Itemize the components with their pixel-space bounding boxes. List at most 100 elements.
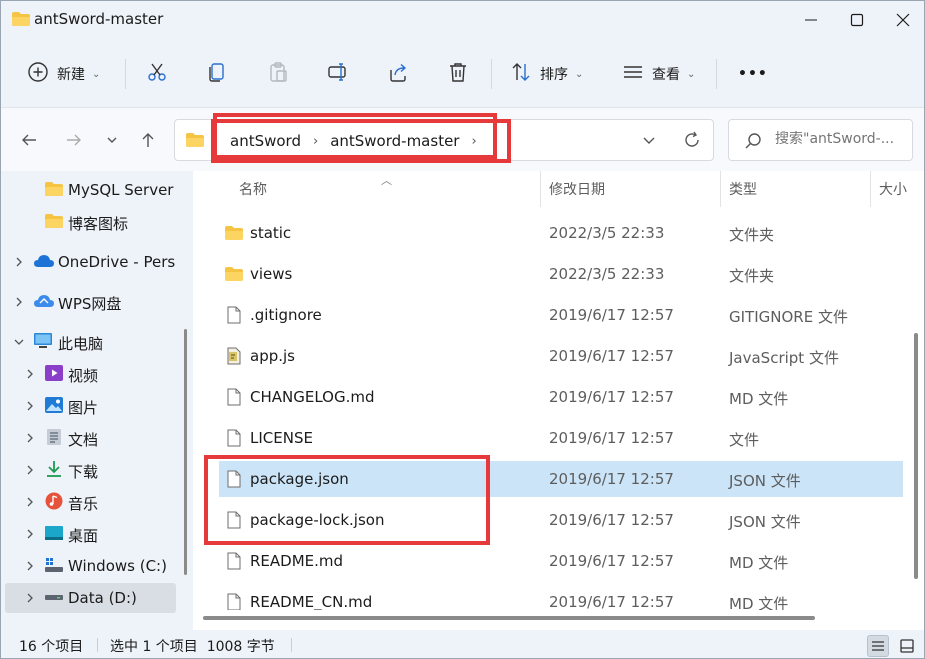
file-row[interactable]: app.js 2019/6/17 12:57 JavaScript 文件	[219, 338, 903, 374]
status-divider	[291, 638, 292, 652]
sidebar-scrollbar[interactable]	[184, 329, 187, 575]
close-button[interactable]	[880, 1, 924, 39]
file-list: ︿ 名称 修改日期 类型 大小 static 2022/3/5 22:33 文件夹 v…	[197, 171, 924, 630]
music-icon	[45, 492, 63, 510]
toolbar-divider	[491, 59, 492, 89]
chevron-right-icon[interactable]	[24, 368, 36, 380]
chevron-right-icon[interactable]	[24, 528, 36, 540]
sidebar-item-label: 音乐	[68, 495, 99, 513]
sidebar-item-label: 文档	[68, 431, 99, 449]
new-button[interactable]: 新建 ⌄	[27, 57, 100, 91]
tiles-view-button[interactable]	[896, 635, 918, 657]
chevron-down-icon	[107, 137, 117, 143]
up-button[interactable]	[136, 128, 160, 152]
search-box[interactable]	[728, 119, 913, 161]
rename-button[interactable]	[327, 57, 349, 91]
sidebar-item-pictures[interactable]: 图片	[5, 391, 176, 421]
toolbar-divider	[716, 59, 717, 89]
toolbar-divider	[125, 59, 126, 89]
file-name: README.md	[250, 552, 344, 570]
chevron-right-icon[interactable]	[24, 592, 36, 604]
sidebar-item-desktop[interactable]: 桌面	[5, 519, 176, 549]
file-type: MD 文件	[729, 390, 789, 408]
view-button[interactable]: 查看 ⌄	[622, 57, 695, 91]
more-options-button[interactable]: •••	[738, 57, 768, 91]
recent-locations-button[interactable]	[100, 128, 124, 152]
sidebar-item-documents[interactable]: 文档	[5, 423, 176, 453]
file-row[interactable]: views 2022/3/5 22:33 文件夹	[219, 256, 903, 292]
file-row[interactable]: .gitignore 2019/6/17 12:57 GITIGNORE 文件	[219, 297, 903, 333]
sidebar-item-label: Data (D:)	[68, 589, 137, 607]
file-modified-date: 2019/6/17 12:57	[549, 593, 674, 610]
file-type: 文件夹	[729, 226, 775, 244]
scissors-icon	[146, 61, 168, 87]
file-row[interactable]: LICENSE 2019/6/17 12:57 文件	[219, 420, 903, 456]
copy-button[interactable]	[206, 57, 228, 91]
content-area: MySQL Server 博客图标 OneDrive - Personal WP…	[1, 171, 924, 630]
chevron-right-icon[interactable]	[24, 400, 36, 412]
item-count: 16 个项目	[19, 639, 84, 655]
chevron-down-icon[interactable]	[641, 132, 657, 148]
chevron-right-icon[interactable]	[13, 296, 25, 308]
chevron-right-icon[interactable]	[24, 496, 36, 508]
chevron-right-icon[interactable]	[13, 256, 25, 268]
downloads-icon	[47, 461, 61, 477]
horizontal-scrollbar[interactable]	[203, 616, 815, 620]
back-button[interactable]	[17, 128, 41, 152]
videos-icon	[45, 365, 63, 381]
share-button[interactable]	[387, 57, 409, 91]
file-icon	[225, 306, 243, 324]
sidebar-item-downloads[interactable]: 下载	[5, 455, 176, 485]
sidebar-item-videos[interactable]: 视频	[5, 359, 176, 389]
search-input[interactable]	[775, 131, 910, 147]
file-name: static	[250, 224, 292, 242]
documents-icon	[47, 429, 61, 445]
file-modified-date: 2019/6/17 12:57	[549, 429, 674, 447]
sort-button[interactable]: 排序 ⌄	[510, 57, 583, 91]
refresh-icon[interactable]	[682, 130, 702, 150]
sidebar-item-music[interactable]: 音乐	[5, 487, 176, 517]
cut-button[interactable]	[146, 57, 168, 91]
sidebar-item-label: WPS网盘	[58, 295, 122, 313]
trash-icon	[447, 61, 469, 87]
sidebar-item-this-pc[interactable]: 此电脑	[5, 327, 176, 357]
arrow-up-icon	[142, 133, 154, 147]
file-type: JSON 文件	[729, 472, 801, 490]
file-modified-date: 2022/3/5 22:33	[549, 224, 665, 242]
sidebar-item-wps-cloud[interactable]: WPS网盘	[5, 287, 176, 317]
delete-button[interactable]	[447, 57, 469, 91]
sidebar-item-label: Windows (C:)	[68, 557, 167, 575]
file-type: 文件夹	[729, 267, 775, 285]
file-type: JavaScript 文件	[729, 349, 839, 367]
minimize-button[interactable]	[788, 1, 834, 39]
view-lines-icon	[622, 61, 644, 87]
rename-icon	[327, 61, 349, 87]
chevron-right-icon[interactable]	[24, 560, 36, 572]
file-modified-date: 2019/6/17 12:57	[549, 511, 674, 529]
wps-cloud-icon	[34, 295, 54, 307]
sidebar-item-label: 此电脑	[58, 335, 104, 353]
file-type: 文件	[729, 431, 760, 449]
file-row[interactable]: README_CN.md 2019/6/17 12:57 MD 文件	[219, 584, 903, 610]
chevron-right-icon[interactable]	[24, 464, 36, 476]
file-row[interactable]: static 2022/3/5 22:33 文件夹	[219, 215, 903, 251]
chevron-right-icon[interactable]	[24, 432, 36, 444]
file-modified-date: 2022/3/5 22:33	[549, 265, 665, 283]
chevron-down-icon[interactable]	[13, 336, 25, 348]
forward-button[interactable]	[62, 128, 86, 152]
file-row[interactable]: CHANGELOG.md 2019/6/17 12:57 MD 文件	[219, 379, 903, 415]
file-row[interactable]: README.md 2019/6/17 12:57 MD 文件	[219, 543, 903, 579]
sidebar-item-label: MySQL Server	[68, 181, 174, 199]
sidebar-item-drive-c[interactable]: Windows (C:)	[5, 551, 176, 581]
file-modified-date: 2019/6/17 12:57	[549, 306, 674, 324]
maximize-button[interactable]	[834, 1, 880, 39]
minimize-icon	[805, 19, 817, 21]
paste-button[interactable]	[267, 57, 289, 91]
new-button-label: 新建	[57, 67, 85, 83]
sidebar-item-mysql-server[interactable]: MySQL Server	[5, 175, 176, 205]
details-view-button[interactable]	[867, 635, 889, 657]
vertical-scrollbar[interactable]	[914, 333, 918, 579]
sidebar-item-onedrive[interactable]: OneDrive - Personal	[5, 247, 176, 277]
sidebar-item-drive-d[interactable]: Data (D:)	[5, 583, 176, 613]
sidebar-item-blog-icons[interactable]: 博客图标	[5, 207, 176, 237]
